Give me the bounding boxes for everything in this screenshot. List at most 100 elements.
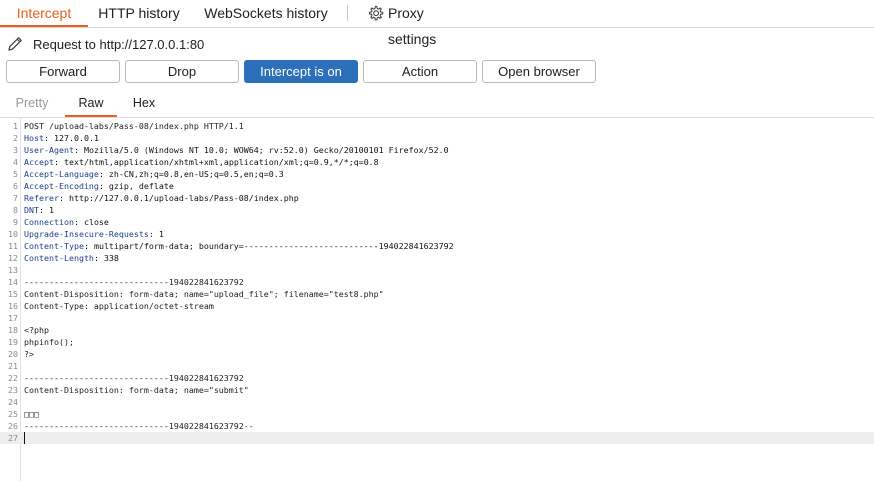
header-value: Mozilla/5.0 (Windows NT 10.0; WOW64; rv:…: [78, 145, 449, 155]
editor-line[interactable]: 3 User-Agent: Mozilla/5.0 (Windows NT 10.…: [0, 144, 874, 156]
editor-line[interactable]: 25 □□□: [0, 408, 874, 420]
line-content: Accept: text/html,application/xhtml+xml,…: [24, 156, 379, 168]
tab-intercept[interactable]: Intercept: [0, 0, 88, 27]
line-number: 17: [8, 313, 18, 323]
header-name: Content-Type: [24, 241, 84, 251]
line-number: 15: [8, 289, 18, 299]
line-number: 16: [8, 301, 18, 311]
editor-line[interactable]: 22 -----------------------------194022841…: [0, 372, 874, 384]
line-number: 4: [13, 157, 18, 167]
line-content: Referer: http://127.0.0.1/upload-labs/Pa…: [24, 192, 299, 204]
line-content: -----------------------------19402284162…: [24, 277, 244, 287]
editor-line[interactable]: 8 DNT: 1: [0, 204, 874, 216]
tab-raw[interactable]: Raw: [65, 96, 117, 117]
line-number: 14: [8, 277, 18, 287]
header-value: http://127.0.0.1/upload-labs/Pass-08/ind…: [63, 193, 299, 203]
editor-line[interactable]: 4 Accept: text/html,application/xhtml+xml…: [0, 156, 874, 168]
tab-proxy-settings[interactable]: Proxy settings: [388, 0, 472, 47]
header-value: gzip, deflate: [103, 181, 174, 191]
header-name: Host: [24, 133, 44, 143]
header-value: 1: [44, 205, 54, 215]
line-number: 26: [8, 421, 18, 431]
editor-line[interactable]: 7 Referer: http://127.0.0.1/upload-labs/P…: [0, 192, 874, 204]
line-content: DNT: 1: [24, 204, 54, 216]
editor-line[interactable]: 23 Content-Disposition: form-data; name="…: [0, 384, 874, 396]
tab-http-history[interactable]: HTTP history: [94, 0, 184, 26]
header-value: multipart/form-data; boundary=----------…: [88, 241, 454, 251]
request-editor[interactable]: 1 POST /upload-labs/Pass-08/index.php HTT…: [0, 118, 874, 481]
line-number: 18: [8, 325, 18, 335]
drop-button[interactable]: Drop: [125, 60, 239, 83]
action-button[interactable]: Action: [363, 60, 477, 83]
header-name: Accept: [24, 157, 54, 167]
tab-hex[interactable]: Hex: [126, 96, 162, 116]
text-caret: [24, 432, 25, 444]
line-content: Content-Disposition: form-data; name="su…: [24, 385, 249, 395]
line-content: Accept-Language: zh-CN,zh;q=0.8,en-US;q=…: [24, 168, 284, 180]
line-content: -----------------------------19402284162…: [24, 421, 254, 431]
line-content: Host: 127.0.0.1: [24, 132, 99, 144]
editor-line[interactable]: 19 phpinfo();: [0, 336, 874, 348]
request-target-label: Request to http://127.0.0.1:80: [33, 37, 205, 52]
editor-line[interactable]: 27: [0, 432, 874, 444]
editor-line[interactable]: 2 Host: 127.0.0.1: [0, 132, 874, 144]
header-name: Accept-Language: [24, 169, 99, 179]
editor-line[interactable]: 20 ?>: [0, 348, 874, 360]
line-number: 24: [8, 397, 18, 407]
editor-line[interactable]: 13: [0, 264, 874, 276]
editor-line[interactable]: 17: [0, 312, 874, 324]
editor-line[interactable]: 5 Accept-Language: zh-CN,zh;q=0.8,en-US;q…: [0, 168, 874, 180]
line-number: 7: [13, 193, 18, 203]
line-number: 12: [8, 253, 18, 263]
line-number: 11: [8, 241, 18, 251]
tab-pretty[interactable]: Pretty: [12, 96, 52, 116]
open-browser-button[interactable]: Open browser: [482, 60, 596, 83]
tab-websockets-history[interactable]: WebSockets history: [196, 0, 336, 26]
line-number: 1: [13, 121, 18, 131]
line-content: -----------------------------19402284162…: [24, 373, 244, 383]
header-name: Connection: [24, 217, 74, 227]
line-number: 23: [8, 385, 18, 395]
line-number: 27: [8, 433, 18, 443]
line-number: 6: [13, 181, 18, 191]
editor-line[interactable]: 12 Content-Length: 338: [0, 252, 874, 264]
line-content: ?>: [24, 349, 34, 359]
editor-line[interactable]: 18 <?php: [0, 324, 874, 336]
line-content: Content-Type: multipart/form-data; bound…: [24, 240, 454, 252]
forward-button[interactable]: Forward: [6, 60, 120, 83]
line-content: <?php: [24, 325, 49, 335]
editor-line[interactable]: 21: [0, 360, 874, 372]
editor-line[interactable]: 16 Content-Type: application/octet-stream: [0, 300, 874, 312]
line-number: 13: [8, 265, 18, 275]
header-value: 338: [98, 253, 119, 263]
editor-line[interactable]: 11 Content-Type: multipart/form-data; bou…: [0, 240, 874, 252]
line-number: 19: [8, 337, 18, 347]
header-value: zh-CN,zh;q=0.8,en-US;q=0.5,en;q=0.3: [103, 169, 284, 179]
header-value: text/html,application/xhtml+xml,applicat…: [58, 157, 379, 167]
line-number: 20: [8, 349, 18, 359]
editor-line[interactable]: 15 Content-Disposition: form-data; name="…: [0, 288, 874, 300]
line-number: 8: [13, 205, 18, 215]
line-number: 3: [13, 145, 18, 155]
editor-line[interactable]: 14 -----------------------------194022841…: [0, 276, 874, 288]
line-number: 10: [8, 229, 18, 239]
line-content: Content-Type: application/octet-stream: [24, 301, 214, 311]
header-name: DNT: [24, 205, 39, 215]
header-name: Referer: [24, 193, 59, 203]
intercept-toggle-button[interactable]: Intercept is on: [244, 60, 358, 83]
gear-icon[interactable]: [367, 5, 384, 22]
line-content: □□□: [24, 409, 39, 419]
pencil-icon[interactable]: [6, 35, 24, 53]
editor-line[interactable]: 1 POST /upload-labs/Pass-08/index.php HTT…: [0, 120, 874, 132]
editor-line[interactable]: 10 Upgrade-Insecure-Requests: 1: [0, 228, 874, 240]
editor-line[interactable]: 26 -----------------------------194022841…: [0, 420, 874, 432]
editor-line[interactable]: 6 Accept-Encoding: gzip, deflate: [0, 180, 874, 192]
line-number: 9: [13, 217, 18, 227]
editor-line[interactable]: 9 Connection: close: [0, 216, 874, 228]
header-name: User-Agent: [24, 145, 74, 155]
line-content: Accept-Encoding: gzip, deflate: [24, 180, 174, 192]
line-content: Connection: close: [24, 216, 109, 228]
header-name: Accept-Encoding: [24, 181, 99, 191]
line-content: Content-Disposition: form-data; name="up…: [24, 289, 384, 299]
editor-line[interactable]: 24: [0, 396, 874, 408]
